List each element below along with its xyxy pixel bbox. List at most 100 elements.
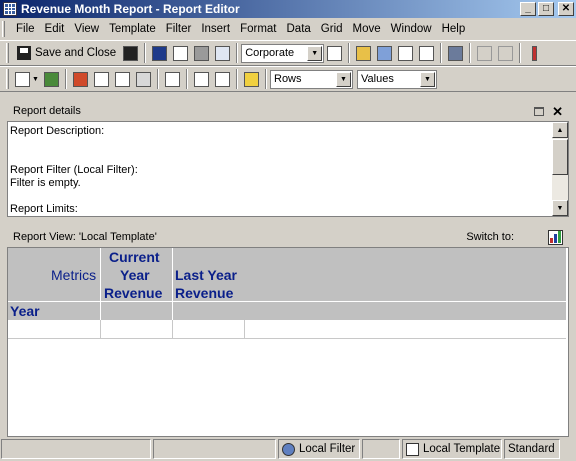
style-select[interactable]: Corporate ▼ bbox=[241, 43, 325, 63]
table-icon bbox=[115, 71, 130, 87]
sort-icon bbox=[356, 45, 372, 61]
toolbar-grip[interactable] bbox=[6, 43, 9, 63]
menu-view[interactable]: View bbox=[69, 23, 104, 35]
data-cell-border bbox=[172, 320, 173, 338]
dropdown-arrow-icon: ▼ bbox=[307, 45, 323, 61]
sort-descending-button[interactable] bbox=[495, 43, 516, 64]
go-to-button[interactable] bbox=[212, 69, 233, 90]
maximize-button[interactable]: □ bbox=[538, 2, 554, 16]
format-button[interactable] bbox=[324, 43, 345, 64]
menu-data[interactable]: Data bbox=[282, 23, 316, 35]
report-grid[interactable]: Metrics Year Current Year Revenue Last Y… bbox=[7, 247, 569, 437]
run-report-button[interactable] bbox=[241, 69, 262, 90]
sort-ascending-icon bbox=[477, 45, 493, 61]
values-select-value: Values bbox=[361, 73, 394, 85]
open-book-button[interactable] bbox=[149, 43, 170, 64]
columns-icon bbox=[398, 45, 414, 61]
chart-icon[interactable] bbox=[548, 229, 563, 245]
menu-grid[interactable]: Grid bbox=[316, 23, 348, 35]
grid-view-button[interactable]: ▼ bbox=[13, 69, 41, 90]
menu-insert[interactable]: Insert bbox=[196, 23, 235, 35]
printer-icon bbox=[194, 45, 210, 61]
current-year-revenue-line2[interactable]: Year bbox=[120, 266, 150, 284]
scroll-thumb[interactable] bbox=[552, 139, 568, 175]
metrics-header[interactable]: Metrics bbox=[51, 266, 96, 284]
pivot-button[interactable] bbox=[374, 43, 395, 64]
report-view-title: Report View: 'Local Template' bbox=[13, 231, 157, 243]
find-button[interactable] bbox=[191, 69, 212, 90]
filter-button[interactable] bbox=[133, 69, 154, 90]
properties-button[interactable] bbox=[212, 43, 233, 64]
close-button[interactable]: ✕ bbox=[558, 2, 574, 16]
standard-pane: Standard bbox=[504, 439, 560, 459]
floppy-disk-icon bbox=[123, 45, 139, 61]
grid-toolbar: ▼ Rows ▼ Values ▼ bbox=[0, 66, 576, 92]
menu-window[interactable]: Window bbox=[386, 23, 437, 35]
rows-icon bbox=[419, 45, 435, 61]
columns-button[interactable] bbox=[395, 43, 416, 64]
sort-ascending-button[interactable] bbox=[474, 43, 495, 64]
print-button[interactable] bbox=[191, 43, 212, 64]
filter-objects-icon bbox=[73, 71, 88, 87]
save-button[interactable] bbox=[120, 43, 141, 64]
grid-divider bbox=[172, 248, 173, 320]
report-description-label: Report Description: bbox=[10, 125, 105, 137]
grid-divider bbox=[8, 301, 566, 302]
menu-file[interactable]: File bbox=[11, 23, 40, 35]
grid-header-row bbox=[8, 248, 566, 320]
menu-help[interactable]: Help bbox=[437, 23, 471, 35]
standard-toolbar: Save and Close Corporate ▼ bbox=[0, 40, 576, 66]
last-year-revenue-line2[interactable]: Revenue bbox=[175, 284, 233, 302]
grid-icon bbox=[15, 71, 31, 87]
report-limits-label: Report Limits: bbox=[10, 203, 78, 215]
rows-select[interactable]: Rows ▼ bbox=[270, 69, 353, 89]
restore-panel-icon[interactable] bbox=[534, 106, 545, 116]
year-header[interactable]: Year bbox=[10, 302, 40, 320]
current-year-revenue-line3[interactable]: Revenue bbox=[104, 284, 162, 302]
menu-template[interactable]: Template bbox=[104, 23, 161, 35]
toolbar-separator bbox=[519, 43, 522, 63]
drill-button[interactable] bbox=[524, 43, 545, 64]
pivot-icon bbox=[377, 45, 393, 61]
report-objects-button[interactable] bbox=[41, 69, 62, 90]
local-filter-pane[interactable]: Local Filter bbox=[278, 439, 360, 459]
menu-filter[interactable]: Filter bbox=[161, 23, 197, 35]
toolbar-separator bbox=[236, 69, 238, 89]
properties-icon bbox=[215, 45, 231, 61]
rows-button[interactable] bbox=[416, 43, 437, 64]
data-cell-border bbox=[100, 320, 101, 338]
minimize-button[interactable]: _ bbox=[520, 2, 536, 16]
toolbar-grip[interactable] bbox=[6, 69, 9, 89]
report-filter-label: Report Filter (Local Filter): bbox=[10, 164, 138, 176]
menu-format[interactable]: Format bbox=[235, 23, 281, 35]
values-select[interactable]: Values ▼ bbox=[357, 69, 437, 89]
current-year-revenue-line1[interactable]: Current bbox=[109, 248, 160, 266]
scroll-down-icon[interactable]: ▼ bbox=[552, 200, 568, 216]
floppy-disk-icon bbox=[17, 46, 31, 60]
close-panel-icon[interactable]: ✕ bbox=[552, 105, 563, 118]
save-and-close-button[interactable]: Save and Close bbox=[13, 43, 120, 64]
last-year-revenue-line1[interactable]: Last Year bbox=[175, 266, 237, 284]
dropdown-arrow-icon: ▼ bbox=[336, 71, 351, 87]
local-filter-label: Local Filter bbox=[299, 443, 356, 455]
table-button[interactable] bbox=[112, 69, 133, 90]
report-details-title: Report details bbox=[13, 105, 81, 117]
menu-move[interactable]: Move bbox=[348, 23, 386, 35]
sort-button[interactable] bbox=[353, 43, 374, 64]
menubar-grip[interactable] bbox=[2, 21, 5, 37]
report-details-header: Report details ✕ bbox=[7, 101, 569, 121]
report-details-pane[interactable]: Report Description: Report Filter (Local… bbox=[7, 121, 569, 217]
print-preview-button[interactable] bbox=[170, 43, 191, 64]
data-row-border bbox=[8, 338, 566, 339]
toolbar-separator bbox=[186, 69, 188, 89]
filter-objects-button[interactable] bbox=[70, 69, 91, 90]
dropdown-arrow-icon: ▼ bbox=[420, 71, 435, 87]
chart-view-button[interactable] bbox=[445, 43, 466, 64]
report-filter-value: Filter is empty. bbox=[10, 177, 81, 189]
details-scrollbar[interactable]: ▲ ▼ bbox=[552, 122, 568, 216]
menu-edit[interactable]: Edit bbox=[40, 23, 70, 35]
subtotals-button[interactable] bbox=[91, 69, 112, 90]
local-template-pane[interactable]: Local Template bbox=[402, 439, 502, 459]
scroll-up-icon[interactable]: ▲ bbox=[552, 122, 568, 138]
pages-button[interactable] bbox=[162, 69, 183, 90]
